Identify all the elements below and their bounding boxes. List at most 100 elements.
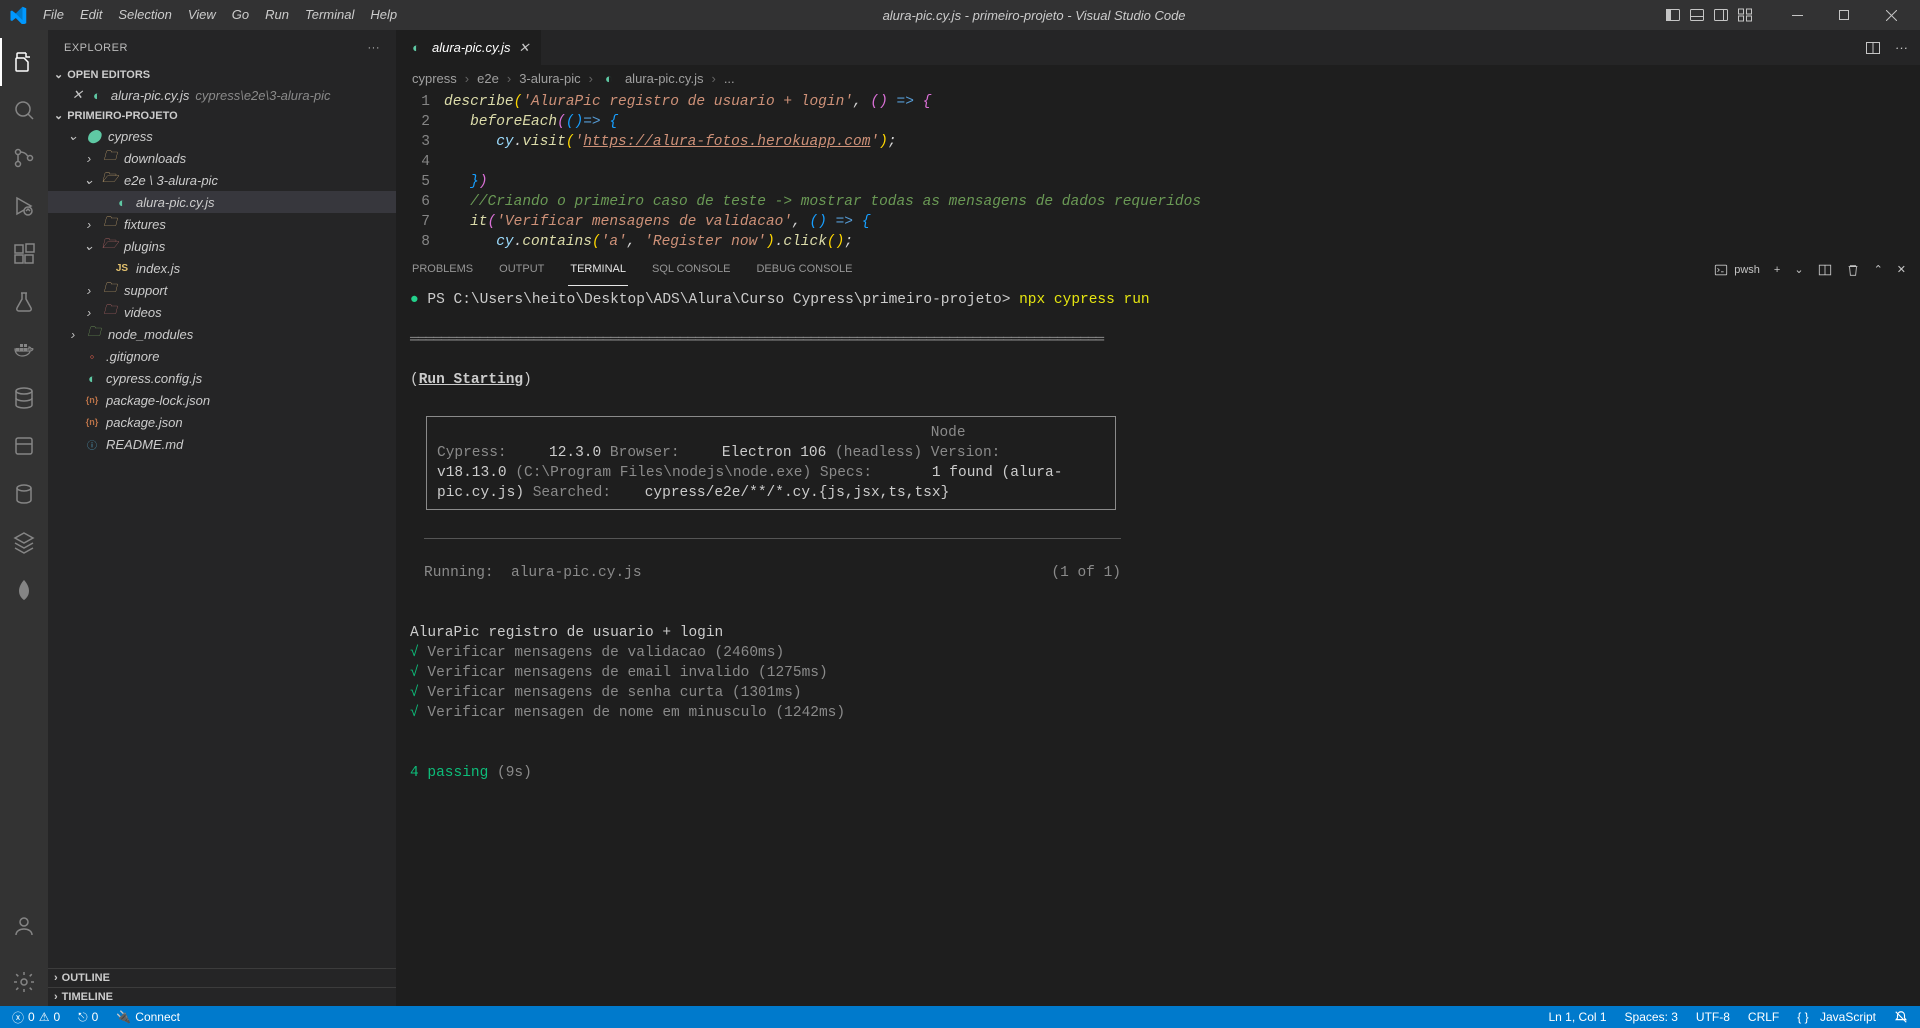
folder-support[interactable]: ›🗀support (48, 279, 396, 301)
folder-nodemodules[interactable]: ›🗀node_modules (48, 323, 396, 345)
folder-e2e[interactable]: ⌄🗁e2e \ 3-alura-pic (48, 169, 396, 191)
cypress-file-icon: ◐ (601, 70, 617, 86)
file-gitignore[interactable]: ◦.gitignore (48, 345, 396, 367)
crumb[interactable]: alura-pic.cy.js (625, 71, 704, 86)
layout-sidebar-right-icon[interactable] (1711, 7, 1731, 23)
activity-layers-icon[interactable] (0, 518, 48, 566)
panel-tab-problems[interactable]: PROBLEMS (410, 253, 475, 286)
status-ports[interactable]: ⎋0 (74, 1010, 102, 1025)
minimize-button[interactable] (1775, 0, 1820, 30)
menu-help[interactable]: Help (362, 0, 405, 30)
terminal-command: npx cypress run (1019, 292, 1150, 308)
activity-db2-icon[interactable] (0, 470, 48, 518)
tree-label: alura-pic.cy.js (136, 195, 215, 210)
status-notifications-icon[interactable] (1890, 1010, 1912, 1024)
layout-sidebar-left-icon[interactable] (1663, 7, 1683, 23)
file-packagelock[interactable]: {n}package-lock.json (48, 389, 396, 411)
tree-label: e2e \ 3-alura-pic (124, 173, 218, 188)
activity-run-icon[interactable] (0, 182, 48, 230)
activity-flask-icon[interactable] (0, 278, 48, 326)
terminal-output[interactable]: ● PS C:\Users\heito\Desktop\ADS\Alura\Cu… (396, 286, 1920, 1006)
kill-terminal-icon[interactable] (1846, 263, 1860, 277)
panel-tab-sql[interactable]: SQL CONSOLE (650, 253, 732, 286)
chevron-right-icon: › (54, 991, 58, 1003)
terminal-dropdown-icon[interactable]: ⌄ (1794, 263, 1803, 276)
project-label: PRIMEIRO-PROJETO (67, 110, 177, 122)
section-timeline[interactable]: › TIMELINE (48, 987, 396, 1006)
crumb[interactable]: 3-alura-pic (519, 71, 580, 86)
folder-fixtures[interactable]: ›🗀fixtures (48, 213, 396, 235)
section-project[interactable]: ⌄ PRIMEIRO-PROJETO (48, 106, 396, 125)
activity-scm-icon[interactable] (0, 134, 48, 182)
tree-label: .gitignore (106, 349, 159, 364)
close-icon[interactable]: ✕ (72, 87, 83, 103)
menu-terminal[interactable]: Terminal (297, 0, 362, 30)
file-alura-pic[interactable]: ◐alura-pic.cy.js (48, 191, 396, 213)
close-button[interactable] (1869, 0, 1914, 30)
status-encoding[interactable]: UTF-8 (1692, 1010, 1734, 1024)
activity-extensions-icon[interactable] (0, 230, 48, 278)
status-problems[interactable]: ⓧ0 ⚠0 (8, 1009, 64, 1026)
activity-accounts-icon[interactable] (0, 902, 48, 950)
panel-tab-debug[interactable]: DEBUG CONSOLE (754, 253, 854, 286)
activity-database-icon[interactable] (0, 374, 48, 422)
sidebar-more-icon[interactable]: ··· (368, 42, 381, 54)
terminal-divider: ════════════════════════════════════════… (410, 330, 1906, 350)
terminal-shell-icon[interactable]: pwsh (1714, 263, 1760, 277)
activity-settings-icon[interactable] (0, 958, 48, 1006)
new-terminal-icon[interactable]: + (1774, 264, 1780, 276)
close-panel-icon[interactable]: ✕ (1897, 263, 1906, 276)
check-icon: √ (410, 645, 419, 661)
code-content[interactable]: describe('AluraPic registro de usuario +… (444, 91, 1201, 252)
split-editor-icon[interactable] (1865, 40, 1881, 56)
section-open-editors[interactable]: ⌄ OPEN EDITORS (48, 65, 396, 84)
code-editor[interactable]: 12345678 describe('AluraPic registro de … (396, 91, 1920, 252)
editor-tab-alura[interactable]: ◐ alura-pic.cy.js ✕ (396, 30, 542, 65)
status-connect[interactable]: 🔌Connect (112, 1010, 184, 1024)
status-cursor[interactable]: Ln 1, Col 1 (1545, 1010, 1611, 1024)
split-terminal-icon[interactable] (1818, 263, 1832, 277)
folder-cypress[interactable]: ⌄⬤cypress (48, 125, 396, 147)
activity-docker-icon[interactable] (0, 326, 48, 374)
passing-count: 4 passing (410, 765, 488, 781)
menu-run[interactable]: Run (257, 0, 297, 30)
panel-tab-terminal[interactable]: TERMINAL (568, 253, 628, 286)
folder-videos[interactable]: ›🗀videos (48, 301, 396, 323)
file-readme[interactable]: ⓘREADME.md (48, 433, 396, 455)
menu-selection[interactable]: Selection (110, 0, 179, 30)
layout-panel-icon[interactable] (1687, 7, 1707, 23)
layout-customize-icon[interactable] (1735, 7, 1755, 23)
file-cypressconfig[interactable]: ◐cypress.config.js (48, 367, 396, 389)
folder-plugins[interactable]: ⌄🗁plugins (48, 235, 396, 257)
open-editor-item[interactable]: ✕ ◐ alura-pic.cy.js cypress\e2e\3-alura-… (48, 84, 396, 106)
crumb[interactable]: e2e (477, 71, 499, 86)
menu-edit[interactable]: Edit (72, 0, 110, 30)
maximize-button[interactable] (1822, 0, 1867, 30)
status-spaces[interactable]: Spaces: 3 (1621, 1010, 1682, 1024)
menu-file[interactable]: File (35, 0, 72, 30)
folder-downloads[interactable]: ›🗀downloads (48, 147, 396, 169)
activity-server-icon[interactable] (0, 422, 48, 470)
breadcrumbs[interactable]: cypress› e2e› 3-alura-pic› ◐ alura-pic.c… (396, 65, 1920, 91)
activity-explorer-icon[interactable] (0, 38, 48, 86)
tab-close-icon[interactable]: ✕ (519, 40, 530, 56)
menu-go[interactable]: Go (224, 0, 257, 30)
tree-label: plugins (124, 239, 165, 254)
maximize-panel-icon[interactable]: ⌃ (1874, 263, 1883, 276)
panel-tab-output[interactable]: OUTPUT (497, 253, 546, 286)
status-language[interactable]: { } JavaScript (1793, 1010, 1880, 1024)
tree-label: fixtures (124, 217, 166, 232)
test-suite-name: AluraPic registro de usuario + login (410, 625, 723, 641)
menu-view[interactable]: View (180, 0, 224, 30)
more-icon[interactable]: ··· (1895, 40, 1908, 55)
activity-mongodb-icon[interactable] (0, 566, 48, 614)
crumb[interactable]: ... (724, 71, 735, 86)
status-bar: ⓧ0 ⚠0 ⎋0 🔌Connect Ln 1, Col 1 Spaces: 3 … (0, 1006, 1920, 1028)
crumb[interactable]: cypress (412, 71, 457, 86)
section-outline[interactable]: › OUTLINE (48, 968, 396, 987)
file-indexjs[interactable]: JSindex.js (48, 257, 396, 279)
file-packagejson[interactable]: {n}package.json (48, 411, 396, 433)
tree-label: README.md (106, 437, 183, 452)
activity-search-icon[interactable] (0, 86, 48, 134)
status-eol[interactable]: CRLF (1744, 1010, 1783, 1024)
